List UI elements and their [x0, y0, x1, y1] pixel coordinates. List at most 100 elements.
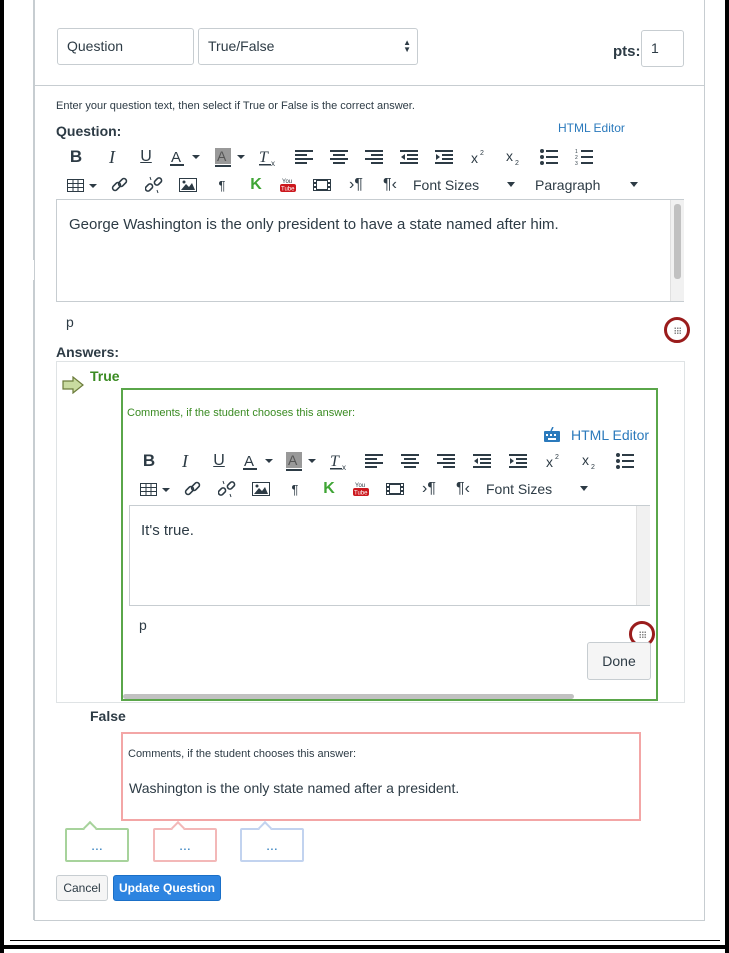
bubble-tip	[257, 820, 273, 836]
false-comment-box[interactable]: Comments, if the student chooses this an…	[121, 732, 641, 821]
subscript-icon[interactable]: x2	[579, 450, 601, 472]
clear-formatting-icon[interactable]: Tx	[328, 450, 350, 472]
align-center-icon[interactable]	[328, 146, 350, 168]
cancel-button[interactable]: Cancel	[56, 875, 108, 901]
resize-grip-icon	[639, 631, 646, 638]
html-editor-link[interactable]: HTML Editor	[558, 121, 625, 135]
outdent-icon[interactable]	[471, 450, 493, 472]
comment-bubble-correct[interactable]: ...	[65, 820, 129, 862]
align-right-icon[interactable]	[363, 146, 385, 168]
answer-true-label[interactable]: True	[90, 368, 120, 384]
comment-editor-scrollbar[interactable]	[636, 506, 650, 605]
clear-formatting-icon[interactable]: Tx	[257, 146, 279, 168]
horizontal-scrollbar[interactable]	[123, 694, 574, 699]
bold-icon[interactable]: B	[65, 146, 87, 168]
question-text-editor[interactable]: George Washington is the only president …	[56, 199, 684, 302]
question-editor-panel: Question True/False ▲ ▼ pts: 1 Enter your…	[34, 0, 705, 921]
answer-false-label[interactable]: False	[90, 708, 126, 724]
background-color-icon[interactable]: A	[286, 450, 322, 472]
image-icon[interactable]	[177, 174, 199, 196]
ltr-paragraph-icon[interactable]: ›¶	[345, 174, 367, 196]
resize-grip-icon	[674, 327, 681, 334]
font-sizes-dropdown[interactable]: Font Sizes	[413, 174, 523, 196]
bold-icon[interactable]: B	[138, 450, 160, 472]
keyboard-icon	[544, 427, 560, 442]
true-comment-editor-box: Comments, if the student chooses this an…	[121, 388, 658, 701]
svg-text:3: 3	[575, 161, 578, 165]
font-sizes-dropdown[interactable]: Font Sizes	[486, 478, 596, 500]
text-color-icon[interactable]: A	[169, 146, 205, 168]
media-icon[interactable]	[311, 174, 333, 196]
image-icon[interactable]	[250, 478, 272, 500]
outdent-icon[interactable]	[398, 146, 420, 168]
bullet-list-icon[interactable]	[615, 450, 635, 472]
paragraph-mark-icon[interactable]: ¶	[284, 478, 306, 500]
false-comment-label: Comments, if the student chooses this an…	[128, 748, 357, 760]
comment-bubble-general[interactable]: ...	[240, 820, 304, 862]
svg-text:x: x	[546, 454, 553, 470]
comment-toolbar-row-2: ¶ K You Tube ›¶ ¶‹ Font Sizes	[140, 478, 596, 500]
table-icon[interactable]	[140, 478, 174, 500]
editor-resize-handle[interactable]	[664, 317, 690, 343]
superscript-icon[interactable]: x2	[468, 146, 490, 168]
svg-text:2: 2	[515, 160, 519, 166]
underline-icon[interactable]: U	[208, 450, 230, 472]
table-icon[interactable]	[67, 174, 101, 196]
link-icon[interactable]	[182, 478, 204, 500]
true-comment-html-editor-link[interactable]: HTML Editor	[543, 427, 649, 443]
page-gutter	[4, 0, 34, 945]
update-question-button[interactable]: Update Question	[113, 875, 221, 901]
question-label: Question:	[56, 123, 122, 139]
editor-scrollbar[interactable]	[670, 200, 684, 301]
svg-text:A: A	[217, 148, 227, 164]
true-comment-text-editor[interactable]: It's true.	[129, 505, 650, 606]
paragraph-mark-icon[interactable]: ¶	[211, 174, 233, 196]
numbered-list-icon[interactable]: 123	[573, 146, 595, 168]
question-type-value: True/False	[208, 38, 275, 54]
indent-icon[interactable]	[507, 450, 529, 472]
editor-scrollbar-thumb[interactable]	[674, 204, 681, 279]
align-center-icon[interactable]	[399, 450, 421, 472]
superscript-icon[interactable]: x2	[543, 450, 565, 472]
align-right-icon[interactable]	[435, 450, 457, 472]
points-input[interactable]: 1	[641, 30, 684, 67]
media-icon[interactable]	[384, 478, 406, 500]
youtube-icon[interactable]: You Tube	[277, 174, 299, 196]
link-icon[interactable]	[109, 174, 131, 196]
svg-text:x: x	[506, 148, 513, 164]
unlink-icon[interactable]	[143, 174, 165, 196]
answer-true-container: True Comments, if the student chooses th…	[56, 361, 685, 703]
correct-answer-arrow-icon[interactable]	[62, 375, 84, 399]
underline-icon[interactable]: U	[135, 146, 157, 168]
ltr-paragraph-icon[interactable]: ›¶	[418, 478, 440, 500]
bullet-list-icon[interactable]	[538, 146, 560, 168]
done-button[interactable]: Done	[587, 642, 651, 680]
screen-frame-inner-bottom	[10, 940, 720, 941]
comment-editor-status-path: p	[139, 617, 147, 633]
question-name-input[interactable]: Question	[57, 28, 194, 65]
kaltura-k-icon[interactable]: K	[318, 478, 340, 500]
indent-icon[interactable]	[433, 146, 455, 168]
svg-text:x: x	[271, 159, 275, 167]
screen-frame-bottom	[0, 945, 729, 949]
italic-icon[interactable]: I	[174, 450, 196, 472]
svg-text:x: x	[582, 452, 589, 468]
svg-text:A: A	[244, 453, 254, 470]
kaltura-k-icon[interactable]: K	[245, 174, 267, 196]
editor-status-path: p	[66, 314, 74, 330]
italic-icon[interactable]: I	[101, 146, 123, 168]
align-left-icon[interactable]	[293, 146, 315, 168]
unlink-icon[interactable]	[216, 478, 238, 500]
question-type-select[interactable]: True/False ▲ ▼	[198, 28, 418, 65]
paragraph-format-label: Paragraph	[535, 177, 601, 193]
answers-label: Answers:	[56, 344, 120, 360]
comment-bubble-incorrect[interactable]: ...	[153, 820, 217, 862]
rtl-paragraph-icon[interactable]: ¶‹	[379, 174, 401, 196]
rtl-paragraph-icon[interactable]: ¶‹	[452, 478, 474, 500]
text-color-icon[interactable]: A	[242, 450, 278, 472]
paragraph-format-dropdown[interactable]: Paragraph	[535, 174, 645, 196]
youtube-icon[interactable]: You Tube	[350, 478, 372, 500]
background-color-icon[interactable]: A	[215, 146, 251, 168]
align-left-icon[interactable]	[363, 450, 385, 472]
subscript-icon[interactable]: x2	[503, 146, 525, 168]
